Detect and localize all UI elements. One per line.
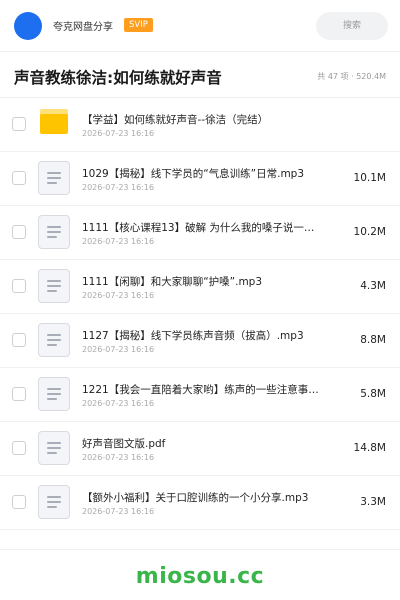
file-name[interactable]: 1111【闲聊】和大家聊聊“护嗓”.mp3 [82, 274, 328, 289]
file-name[interactable]: 1221【我会一直陪着大家哟】练声的一些注意事项.… [82, 382, 328, 397]
checkbox[interactable] [12, 171, 26, 185]
file-name[interactable]: 1029【揭秘】线下学员的“气息训练”日常.mp3 [82, 166, 328, 181]
footer: miosou.cc [0, 549, 400, 600]
folder-icon [40, 109, 68, 134]
file-size: 10.1M [353, 172, 386, 184]
checkbox[interactable] [12, 387, 26, 401]
document-icon [38, 161, 70, 195]
file-name[interactable]: 【额外小福利】关于口腔训练的一个小分享.mp3 [82, 490, 328, 505]
file-date: 2026-07-23 16:16 [82, 129, 155, 138]
document-icon [38, 377, 70, 411]
file-name[interactable]: 1111【核心课程13】破解 为什么我的嗓子说一… [82, 220, 328, 235]
list-item[interactable]: 1029【揭秘】线下学员的“气息训练”日常.mp3 2026-07-23 16:… [0, 152, 400, 206]
file-count-size: 共 47 项 · 520.4M [317, 72, 386, 81]
file-size: 8.8M [360, 334, 386, 346]
list-item[interactable]: 好声音图文版.pdf 2026-07-23 16:16 14.8M [0, 422, 400, 476]
file-date: 2026-07-23 16:16 [82, 399, 155, 408]
title-bar: 声音教练徐洁:如何练就好声音 共 47 项 · 520.4M [0, 52, 400, 98]
page-title: 声音教练徐洁:如何练就好声音 [14, 69, 222, 87]
watermark: miosou.cc [135, 564, 265, 589]
document-icon [38, 485, 70, 519]
header: 夸克网盘分享 SVIP 搜索 [0, 0, 400, 52]
file-date: 2026-07-23 16:16 [82, 291, 155, 300]
list-item[interactable]: 【额外小福利】关于口腔训练的一个小分享.mp3 2026-07-23 16:16… [0, 476, 400, 530]
list-item[interactable]: 1111【闲聊】和大家聊聊“护嗓”.mp3 2026-07-23 16:16 4… [0, 260, 400, 314]
file-size: 4.3M [360, 280, 386, 292]
checkbox[interactable] [12, 441, 26, 455]
list-item[interactable]: 1221【我会一直陪着大家哟】练声的一些注意事项.… 2026-07-23 16… [0, 368, 400, 422]
user-name: 夸克网盘分享 [53, 22, 113, 33]
list-item[interactable]: 【学益】如何练就好声音--徐洁（完结） 2026-07-23 16:16 [0, 98, 400, 152]
checkbox[interactable] [12, 495, 26, 509]
list-item[interactable]: 1111【核心课程13】破解 为什么我的嗓子说一… 2026-07-23 16:… [0, 206, 400, 260]
file-date: 2026-07-23 16:16 [82, 453, 155, 462]
file-name[interactable]: 【学益】如何练就好声音--徐洁（完结） [82, 112, 328, 127]
checkbox[interactable] [12, 117, 26, 131]
search-input[interactable]: 搜索 [316, 12, 388, 40]
checkbox[interactable] [12, 333, 26, 347]
file-date: 2026-07-23 16:16 [82, 507, 155, 516]
file-size: 3.3M [360, 496, 386, 508]
checkbox[interactable] [12, 225, 26, 239]
avatar[interactable] [14, 12, 42, 40]
file-date: 2026-07-23 16:16 [82, 345, 155, 354]
document-icon [38, 431, 70, 465]
file-size: 5.8M [360, 388, 386, 400]
vip-badge: SVIP [124, 18, 153, 32]
file-date: 2026-07-23 16:16 [82, 183, 155, 192]
document-icon [38, 215, 70, 249]
file-name[interactable]: 1127【揭秘】线下学员练声音频（拔高）.mp3 [82, 328, 328, 343]
file-date: 2026-07-23 16:16 [82, 237, 155, 246]
file-name[interactable]: 好声音图文版.pdf [82, 436, 328, 451]
file-list: 【学益】如何练就好声音--徐洁（完结） 2026-07-23 16:16 102… [0, 98, 400, 530]
file-size: 10.2M [353, 226, 386, 238]
checkbox[interactable] [12, 279, 26, 293]
document-icon [38, 269, 70, 303]
file-size: 14.8M [353, 442, 386, 454]
document-icon [38, 323, 70, 357]
list-item[interactable]: 1127【揭秘】线下学员练声音频（拔高）.mp3 2026-07-23 16:1… [0, 314, 400, 368]
